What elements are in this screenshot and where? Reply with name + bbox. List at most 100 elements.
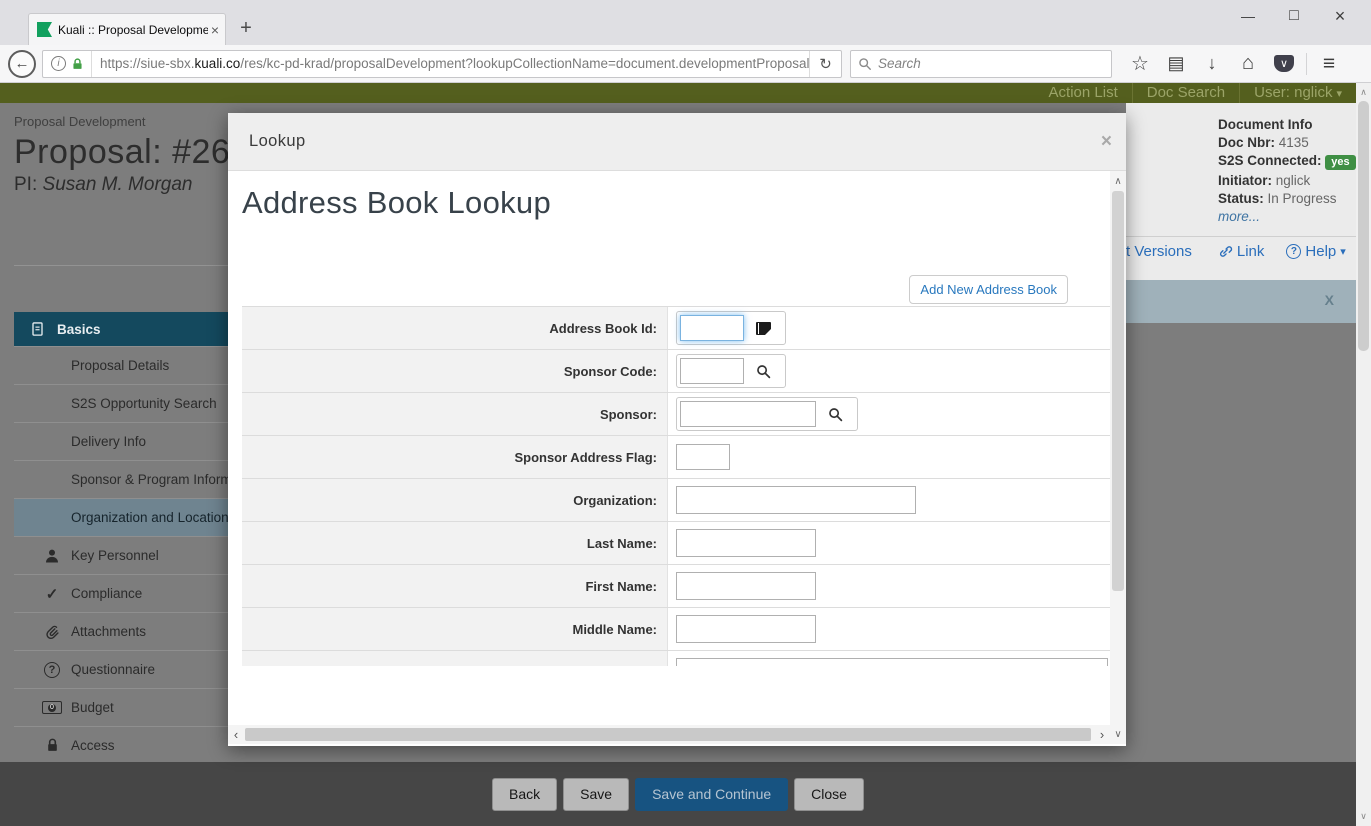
sidebar-item-sponsor-program-information[interactable]: Sponsor & Program Information	[14, 460, 228, 498]
sidebar-item-attachments[interactable]: Attachments	[14, 612, 228, 650]
maximize-icon[interactable]: □	[1271, 2, 1317, 30]
user-menu[interactable]: User: nglick▾	[1239, 83, 1356, 103]
help-menu[interactable]: ? Help ▾	[1286, 243, 1345, 260]
action-list-link[interactable]: Action List	[1035, 83, 1132, 103]
lookup-modal: Lookup × Address Book Lookup Add New Add…	[228, 113, 1126, 746]
scrollbar-thumb[interactable]	[1358, 101, 1369, 351]
save-button[interactable]: Save	[563, 778, 629, 811]
address-line-1-input[interactable]	[676, 658, 1108, 666]
field-label: Address Book Id:	[242, 307, 668, 349]
more-link[interactable]: more...	[1218, 209, 1356, 224]
middle-name-input[interactable]	[676, 615, 816, 643]
scroll-down-icon[interactable]: ∨	[1110, 726, 1126, 742]
sidebar-item-s2s-opportunity-search[interactable]: S2S Opportunity Search	[14, 384, 228, 422]
pi-line: PI: Susan M. Morgan	[14, 174, 230, 196]
close-button[interactable]: Close	[794, 778, 864, 811]
modal-horizontal-scrollbar[interactable]: ‹ ›	[228, 725, 1110, 744]
modal-close-icon[interactable]: ×	[1101, 131, 1112, 153]
scroll-down-icon[interactable]: ∨	[1356, 809, 1371, 824]
tab-close-icon[interactable]: ×	[211, 22, 219, 38]
link-link[interactable]: Link	[1218, 243, 1265, 260]
sidebar-item-label: Attachments	[71, 624, 146, 639]
s2s-connected-row: S2S Connected: yes	[1218, 153, 1356, 170]
scroll-right-icon[interactable]: ›	[1094, 725, 1110, 744]
new-tab-button[interactable]: +	[232, 17, 260, 40]
alert-close-icon[interactable]: X	[1325, 292, 1334, 308]
sidebar-nav: Basics Proposal Details S2S Opportunity …	[14, 266, 228, 764]
sponsor-code-input[interactable]	[680, 358, 744, 384]
sidebar-item-budget[interactable]: 0 Budget	[14, 688, 228, 726]
paperclip-icon	[41, 623, 63, 640]
scroll-up-icon[interactable]: ∧	[1356, 85, 1371, 100]
close-icon[interactable]: ×	[1317, 2, 1363, 30]
sponsor-address-flag-input[interactable]	[676, 444, 730, 470]
sidebar-item-questionnaire[interactable]: ? Questionnaire	[14, 650, 228, 688]
address-book-icon[interactable]	[744, 315, 782, 341]
sidebar-item-delivery-info[interactable]: Delivery Info	[14, 422, 228, 460]
downloads-icon[interactable]: ↓	[1194, 53, 1230, 74]
scroll-up-icon[interactable]: ∧	[1110, 173, 1126, 189]
document-info-title: Document Info	[1218, 117, 1356, 132]
address-book-id-input[interactable]	[680, 315, 744, 341]
scrollbar-thumb[interactable]	[1112, 191, 1124, 591]
sidebar-item-compliance[interactable]: ✓ Compliance	[14, 574, 228, 612]
reload-icon[interactable]: ↻	[809, 50, 841, 78]
sponsor-control	[676, 397, 858, 431]
minimize-icon[interactable]: —	[1225, 2, 1271, 30]
last-name-input[interactable]	[676, 529, 816, 557]
field-label: Sponsor Code:	[242, 350, 668, 392]
chevron-down-icon: ▾	[1340, 245, 1346, 258]
modal-title: Lookup	[249, 132, 306, 151]
sponsor-code-search-icon[interactable]	[744, 358, 782, 384]
modal-vertical-scrollbar[interactable]: ∧ ∨	[1110, 171, 1126, 744]
back-icon[interactable]: ←	[8, 50, 36, 78]
versions-link[interactable]: t Versions	[1126, 243, 1192, 260]
url-bar[interactable]: i https://siue-sbx.kuali.co/res/kc-pd-kr…	[42, 50, 842, 78]
save-and-continue-button[interactable]: Save and Continue	[635, 778, 788, 811]
tab-title: Kuali :: Proposal Developme	[58, 23, 208, 37]
https-padlock-icon[interactable]	[71, 57, 84, 71]
status-row: Status: In Progress	[1218, 191, 1356, 206]
page-info-icon[interactable]: i	[51, 56, 66, 71]
browser-navbar: ← i https://siue-sbx.kuali.co/res/kc-pd-…	[0, 45, 1371, 83]
first-name-input[interactable]	[676, 572, 816, 600]
sidebar-item-label: Access	[71, 738, 115, 753]
app-window: Kuali :: Proposal Developme × + — □ × ← …	[0, 0, 1371, 826]
sidebar-item-basics[interactable]: Basics	[14, 312, 228, 346]
field-cell	[668, 393, 1110, 435]
home-icon[interactable]: ⌂	[1230, 52, 1266, 75]
scroll-left-icon[interactable]: ‹	[228, 725, 244, 744]
table-row: Last Name:	[242, 522, 1110, 565]
field-label: Address Line 1:	[242, 651, 668, 666]
sidebar-item-organization-and-location[interactable]: Organization and Location	[14, 498, 228, 536]
organization-input[interactable]	[676, 486, 916, 514]
status-badge: yes	[1325, 155, 1355, 170]
back-button[interactable]: Back	[492, 778, 557, 811]
browser-tab[interactable]: Kuali :: Proposal Developme ×	[28, 13, 226, 45]
bookmark-star-icon[interactable]: ☆	[1122, 51, 1158, 76]
field-cell	[668, 436, 1110, 478]
sponsor-search-icon[interactable]	[816, 401, 854, 427]
add-new-address-book-button[interactable]: Add New Address Book	[909, 275, 1068, 304]
doc-search-link[interactable]: Doc Search	[1132, 83, 1239, 103]
url-text[interactable]: https://siue-sbx.kuali.co/res/kc-pd-krad…	[91, 50, 809, 78]
table-row: Address Line 1:	[242, 651, 1110, 666]
table-row: Sponsor Code:	[242, 350, 1110, 393]
search-input[interactable]: Search	[850, 50, 1112, 78]
window-scrollbar[interactable]: ∧ ∨	[1356, 83, 1371, 826]
sidebar-item-label: Basics	[57, 322, 101, 337]
sponsor-input[interactable]	[680, 401, 816, 427]
sidebar-item-access[interactable]: Access	[14, 726, 228, 764]
pocket-icon[interactable]: ∨	[1274, 55, 1294, 72]
sidebar-item-proposal-details[interactable]: Proposal Details	[14, 346, 228, 384]
modal-header: Lookup	[228, 113, 1126, 171]
field-cell	[668, 522, 1110, 564]
sidebar-item-key-personnel[interactable]: Key Personnel	[14, 536, 228, 574]
bookmarks-list-icon[interactable]: ▤	[1158, 53, 1194, 74]
check-icon: ✓	[41, 585, 63, 603]
window-controls: — □ ×	[1225, 2, 1363, 30]
menu-icon[interactable]: ≡	[1311, 52, 1347, 76]
lookup-criteria-table: Address Book Id: Sponsor Code:	[242, 306, 1110, 666]
page-title: Proposal: #26	[14, 133, 230, 172]
scrollbar-thumb[interactable]	[245, 728, 1091, 741]
